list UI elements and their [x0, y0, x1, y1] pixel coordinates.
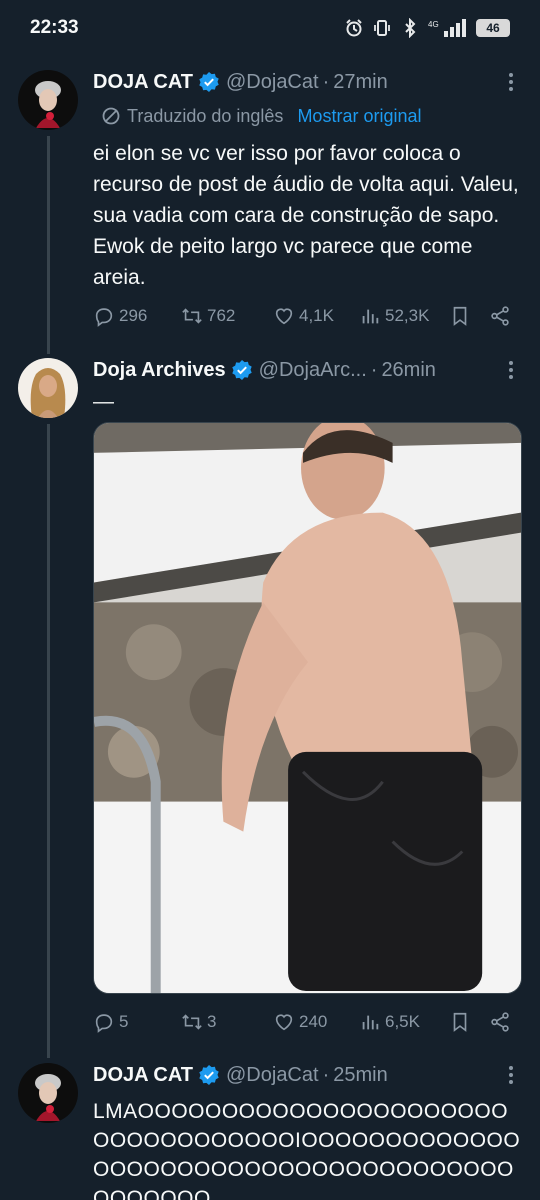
bookmark-icon — [453, 1012, 467, 1032]
avatar[interactable] — [18, 1063, 78, 1123]
reply-button[interactable]: 5 — [93, 1011, 128, 1033]
reply-icon — [95, 1014, 113, 1033]
svg-text:4G: 4G — [428, 20, 439, 29]
translation-row: Traduzido do inglês Mostrar original — [93, 104, 522, 128]
retweet-count: 3 — [207, 1012, 217, 1031]
retweet-icon — [182, 1014, 202, 1030]
separator-dot: · — [322, 70, 330, 93]
more-icon[interactable] — [500, 68, 522, 96]
tweet-actions: 296 762 4,1K 52,3K — [93, 302, 522, 330]
verified-badge-icon — [231, 360, 252, 380]
views-count: 6,5K — [385, 1012, 420, 1031]
vibrate-icon — [372, 18, 392, 38]
reply-icon — [95, 308, 113, 327]
tweet-header: Doja Archives @DojaArc... · 26min — [93, 356, 522, 384]
bookmark-button[interactable] — [449, 1011, 471, 1033]
tweet[interactable]: DOJA CAT @DojaCat · 25min LMAOOOOOOOOOOO… — [0, 1061, 540, 1200]
retweet-count: 762 — [207, 306, 236, 325]
like-icon — [275, 308, 293, 325]
avatar[interactable] — [18, 70, 78, 130]
share-icon — [491, 1012, 509, 1032]
alarm-icon — [344, 18, 364, 38]
status-bar: 22:33 4G 46 — [0, 0, 540, 56]
more-icon[interactable] — [500, 356, 522, 384]
views-button[interactable]: 6,5K — [359, 1011, 420, 1033]
views-icon — [362, 309, 379, 324]
tweet-text: — — [93, 390, 114, 413]
reply-count: 5 — [119, 1012, 129, 1031]
share-button[interactable] — [489, 305, 511, 327]
handle[interactable]: @DojaCat — [226, 71, 319, 94]
tweet-text: ei elon se vc ver isso por favor coloca … — [93, 142, 519, 289]
separator-dot: · — [370, 358, 378, 381]
status-time: 22:33 — [30, 17, 79, 38]
bookmark-button[interactable] — [449, 305, 471, 327]
verified-badge-icon — [199, 72, 219, 92]
views-count: 52,3K — [385, 306, 430, 325]
retweet-button[interactable]: 762 — [181, 305, 235, 327]
like-count: 240 — [299, 1012, 328, 1031]
like-icon — [275, 1014, 293, 1031]
translate-globe-icon — [102, 107, 120, 125]
translated-label: Traduzido do inglês — [127, 105, 284, 126]
tweet-actions: 5 3 240 6,5K — [93, 1008, 522, 1036]
retweet-button[interactable]: 3 — [181, 1011, 216, 1033]
status-icons: 4G 46 — [344, 18, 510, 38]
display-name[interactable]: Doja Archives — [93, 359, 226, 382]
show-original-link[interactable]: Mostrar original — [297, 106, 421, 127]
reply-count: 296 — [119, 306, 148, 325]
retweet-icon — [182, 308, 202, 324]
bookmark-icon — [453, 306, 467, 326]
handle[interactable]: @DojaCat — [226, 1064, 319, 1087]
share-button[interactable] — [489, 1011, 511, 1033]
share-icon — [491, 306, 509, 326]
tweet-photo[interactable] — [93, 422, 522, 994]
signal-icon: 4G — [428, 18, 468, 38]
display-name[interactable]: DOJA CAT — [93, 71, 193, 94]
tweet[interactable]: DOJA CAT @DojaCat · 27min Traduzido do i… — [0, 68, 540, 348]
reply-button[interactable]: 296 — [93, 305, 147, 327]
timestamp[interactable]: 27min — [333, 71, 387, 94]
bluetooth-icon — [400, 18, 420, 38]
avatar[interactable] — [18, 358, 78, 418]
display-name[interactable]: DOJA CAT — [93, 1064, 193, 1087]
separator-dot: · — [322, 1063, 330, 1086]
battery-icon: 46 — [476, 19, 510, 37]
more-icon[interactable] — [500, 1061, 522, 1089]
timestamp[interactable]: 25min — [333, 1064, 387, 1087]
views-button[interactable]: 52,3K — [359, 305, 429, 327]
timestamp[interactable]: 26min — [381, 359, 435, 382]
verified-badge-icon — [199, 1065, 219, 1085]
like-button[interactable]: 4,1K — [273, 305, 334, 327]
tweet-text: LMAOOOOOOOOOOOOOOOOOOOOOOOOOOOOOOOOOOIOO… — [93, 1100, 521, 1200]
handle[interactable]: @DojaArc... — [259, 359, 367, 382]
views-icon — [362, 1015, 379, 1030]
like-count: 4,1K — [299, 306, 334, 325]
tweet-header: DOJA CAT @DojaCat · 27min — [93, 68, 522, 96]
tweet-header: DOJA CAT @DojaCat · 25min — [93, 1061, 522, 1089]
like-button[interactable]: 240 — [273, 1011, 327, 1033]
